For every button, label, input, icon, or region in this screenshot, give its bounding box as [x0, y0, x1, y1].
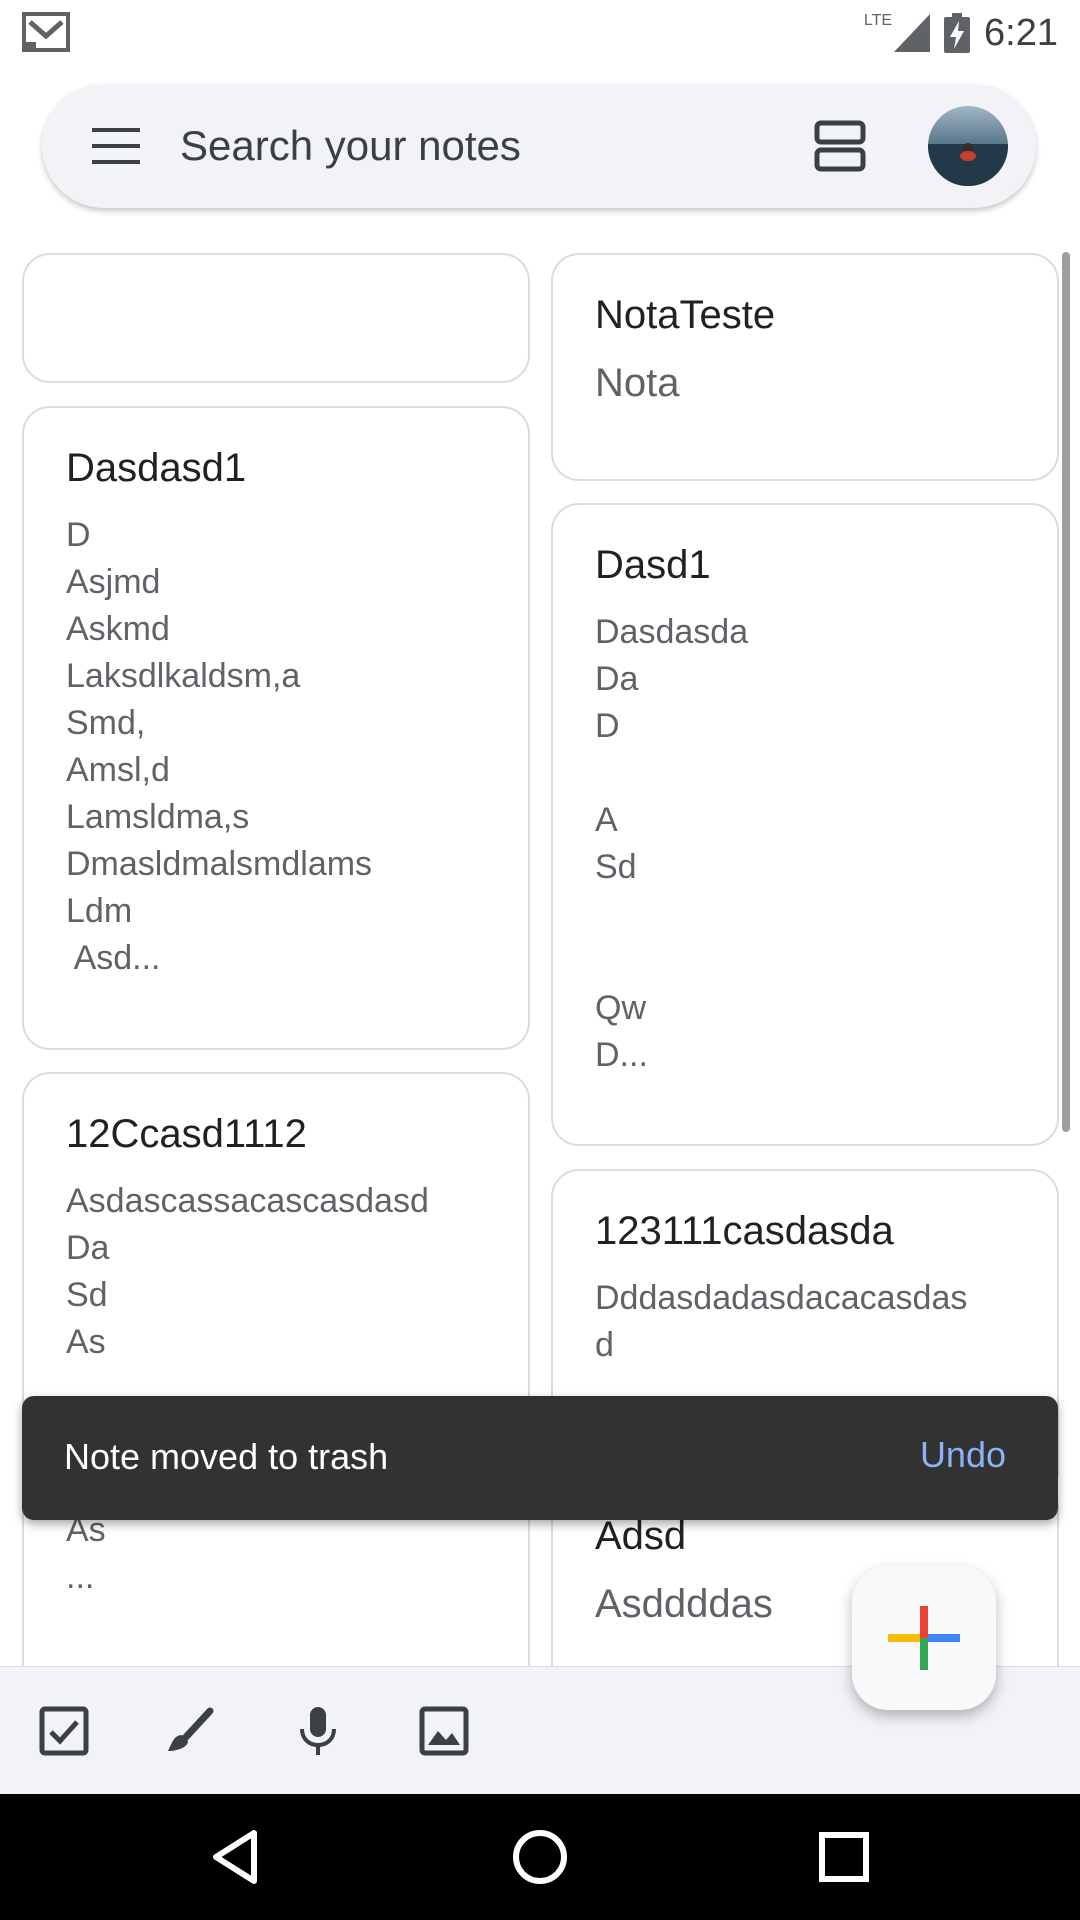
- gmail-notification-icon: [22, 12, 70, 52]
- note-title: Dasd1: [595, 543, 711, 587]
- status-bar: LTE 6:21: [0, 0, 1080, 66]
- signal-icon: [894, 14, 931, 52]
- snackbar: Note moved to trash Undo: [22, 1396, 1058, 1520]
- search-bar[interactable]: [42, 84, 1036, 208]
- note-title: 12Ccasd1112: [66, 1112, 307, 1156]
- image-icon[interactable]: [418, 1705, 470, 1757]
- scrollbar-thumb[interactable]: [1062, 252, 1070, 1132]
- note-card[interactable]: 12Ccasd1112 Asdascassacascasdasd Da Sd A…: [22, 1072, 530, 1712]
- search-input[interactable]: [180, 116, 720, 176]
- plus-icon: [888, 1606, 960, 1670]
- checkbox-icon[interactable]: [38, 1705, 90, 1757]
- status-right: LTE 6:21: [864, 8, 1058, 58]
- list-view-icon[interactable]: [814, 120, 866, 172]
- note-body: Dasdasda Da D A Sd Qw D...: [595, 613, 749, 1074]
- menu-icon[interactable]: [92, 128, 140, 164]
- note-card[interactable]: Dasdasd1 D Asjmd Askmd Laksdlkaldsm,a Sm…: [22, 406, 530, 1050]
- avatar[interactable]: [928, 106, 1008, 186]
- note-card[interactable]: Dasd1 Dasdasda Da D A Sd Qw D...: [551, 503, 1059, 1146]
- system-nav-bar: [0, 1794, 1080, 1920]
- note-body: Nota: [595, 361, 680, 405]
- note-title: Dasdasd1: [66, 446, 247, 490]
- note-body: Dddasdadasdacacasdas d: [595, 1279, 968, 1364]
- clock: 6:21: [984, 11, 1058, 54]
- note-title: NotaTeste: [595, 293, 776, 337]
- note-title: 123111casdasda: [595, 1209, 894, 1253]
- note-body: Asdascassacascasdasd Da Sd As D As ...: [66, 1182, 429, 1596]
- new-note-fab[interactable]: [852, 1566, 996, 1710]
- back-icon[interactable]: [206, 1827, 266, 1887]
- battery-charging-icon: [944, 13, 971, 53]
- home-icon[interactable]: [510, 1827, 570, 1887]
- snackbar-message: Note moved to trash: [64, 1436, 389, 1477]
- undo-button[interactable]: Undo: [920, 1434, 1006, 1476]
- network-label: LTE: [863, 12, 893, 29]
- recents-icon[interactable]: [814, 1827, 874, 1887]
- note-card[interactable]: NotaTeste Nota: [551, 253, 1059, 481]
- note-card[interactable]: [22, 253, 530, 383]
- mic-icon[interactable]: [292, 1705, 344, 1757]
- brush-icon[interactable]: [164, 1705, 216, 1757]
- note-body: D Asjmd Askmd Laksdlkaldsm,a Smd, Amsl,d…: [66, 516, 373, 977]
